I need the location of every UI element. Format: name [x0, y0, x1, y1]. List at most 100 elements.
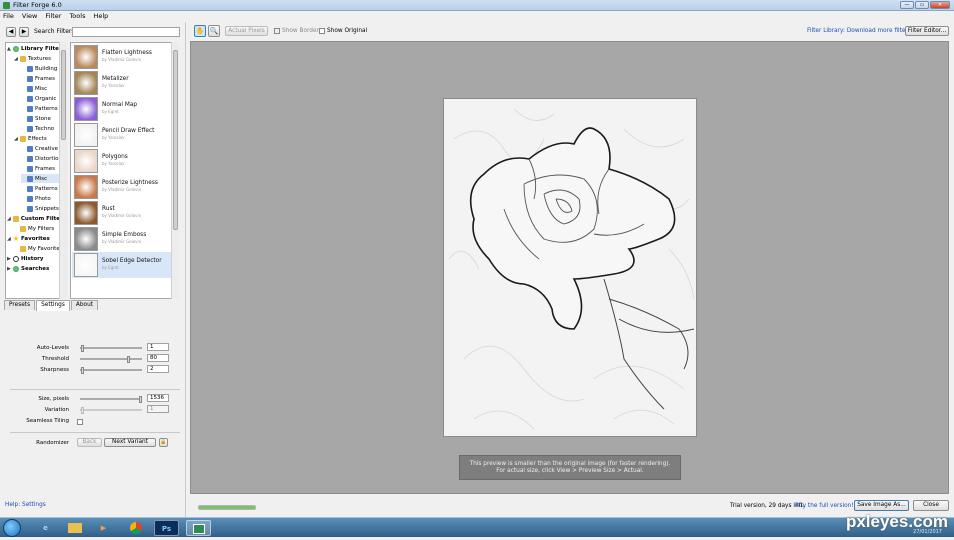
- back-button[interactable]: ◀: [6, 27, 16, 37]
- filter-list-scrollbar[interactable]: [171, 42, 179, 299]
- expander-icon[interactable]: ◢: [7, 236, 12, 242]
- auto-levels-input[interactable]: 1: [147, 343, 169, 351]
- tree-scrollbar[interactable]: [59, 42, 67, 299]
- tree-scroll-thumb[interactable]: [61, 50, 66, 140]
- filter-list-item[interactable]: Rust by Vladimir Golovin: [72, 200, 172, 226]
- expander-icon[interactable]: ▶: [7, 256, 12, 262]
- hand-tool-button[interactable]: ✋: [194, 25, 206, 37]
- tree-item-label: Stone: [35, 115, 51, 122]
- threshold-slider-thumb[interactable]: [127, 356, 131, 363]
- filter-list-item[interactable]: Simple Emboss by Vladimir Golovin: [72, 226, 172, 252]
- variation-input[interactable]: 1: [147, 405, 169, 413]
- size-slider-thumb[interactable]: [139, 396, 142, 403]
- tab-presets[interactable]: Presets: [4, 300, 36, 310]
- folder-icon: [20, 225, 26, 232]
- tree-item-label: Photo: [35, 195, 51, 202]
- internet-explorer-taskbar-button[interactable]: e: [33, 520, 58, 536]
- auto-levels-slider-thumb[interactable]: [81, 345, 84, 352]
- tree-item-label: History: [21, 255, 44, 262]
- menu-tools[interactable]: Tools: [69, 12, 85, 20]
- menu-filter[interactable]: Filter: [45, 12, 61, 20]
- variation-label: Variation: [44, 407, 69, 413]
- settings-divider-2: [10, 432, 180, 433]
- folder-icon: [20, 135, 26, 142]
- sharpness-slider-thumb[interactable]: [81, 367, 84, 374]
- menu-help[interactable]: Help: [93, 12, 108, 20]
- chrome-taskbar-button[interactable]: [123, 520, 148, 536]
- tree-item[interactable]: ◢ Favorites: [7, 234, 66, 243]
- show-original-checkbox[interactable]: [319, 28, 325, 34]
- filter-library-link[interactable]: Filter Library: Download more filters: [807, 28, 911, 34]
- filter-thumbnail: [74, 97, 98, 121]
- tab-about[interactable]: About: [70, 300, 99, 310]
- preview-area[interactable]: This preview is smaller than the origina…: [190, 41, 949, 494]
- buy-full-version-link[interactable]: Buy the full version!: [795, 503, 854, 509]
- auto-levels-slider[interactable]: [80, 345, 142, 352]
- sharpness-input[interactable]: 2: [147, 365, 169, 373]
- actual-pixels-button[interactable]: Actual Pixels: [225, 26, 268, 36]
- filter-list-item[interactable]: Polygons by Yaroslav: [72, 148, 172, 174]
- filter-list-item[interactable]: Pencil Draw Effect by Yaroslav: [72, 122, 172, 148]
- seamless-tiling-checkbox[interactable]: [77, 419, 83, 425]
- expander-icon[interactable]: ◢: [14, 136, 19, 142]
- globe-icon: [13, 265, 19, 272]
- search-input[interactable]: [72, 27, 180, 37]
- save-image-button[interactable]: Save Image As...: [854, 500, 909, 511]
- size-slider[interactable]: [80, 396, 142, 403]
- expander-icon[interactable]: ◢: [7, 216, 12, 222]
- filter-list: Flatten Lightness by Vladimir Golovin Meta…: [70, 42, 179, 299]
- category-icon: [27, 85, 33, 92]
- randomizer-lock-button[interactable]: 🔒: [159, 438, 168, 447]
- show-border-checkbox[interactable]: [274, 28, 280, 34]
- menu-file[interactable]: File: [3, 12, 14, 20]
- zoom-tool-button[interactable]: 🔍: [208, 25, 220, 37]
- sharpness-slider[interactable]: [80, 367, 142, 374]
- expander-icon[interactable]: ◢: [14, 56, 19, 62]
- filter-name: Polygons: [102, 154, 128, 160]
- menu-view[interactable]: View: [22, 12, 37, 20]
- randomizer-back-button[interactable]: Back: [77, 438, 102, 447]
- chrome-icon: [129, 522, 142, 534]
- filter-thumbnail: [74, 45, 98, 69]
- filter-editor-button[interactable]: Filter Editor...: [905, 26, 949, 36]
- variation-slider-thumb[interactable]: [81, 407, 84, 414]
- close-window-button[interactable]: ✕: [930, 1, 950, 9]
- filter-list-scroll-thumb[interactable]: [173, 50, 178, 230]
- filter-list-item[interactable]: Flatten Lightness by Vladimir Golovin: [72, 44, 172, 70]
- preview-image[interactable]: [443, 98, 697, 437]
- tree-item[interactable]: ▶ History: [7, 254, 66, 263]
- tree-item[interactable]: ◢ Custom Filters: [7, 214, 66, 223]
- close-button[interactable]: Close: [913, 500, 949, 511]
- maximize-button[interactable]: ▭: [915, 1, 929, 9]
- tree-item[interactable]: ▲ Library Filters: [7, 44, 66, 53]
- tree-item-label: Patterns: [35, 185, 58, 192]
- filter-list-item[interactable]: Metalizer by Yaroslav: [72, 70, 172, 96]
- threshold-slider[interactable]: [80, 356, 142, 363]
- media-player-taskbar-button[interactable]: ▶: [91, 520, 116, 536]
- filter-list-item[interactable]: Sobel Edge Detector by Egret: [72, 252, 172, 278]
- tree-item[interactable]: ▶ Searches: [7, 264, 66, 273]
- expander-icon[interactable]: ▶: [7, 266, 12, 272]
- size-input[interactable]: 1536: [147, 394, 169, 402]
- clock-icon: [13, 255, 19, 262]
- search-label: Search Filters:: [34, 28, 77, 35]
- variation-slider[interactable]: [80, 407, 142, 414]
- explorer-taskbar-button[interactable]: [62, 520, 87, 536]
- category-icon: [27, 185, 33, 192]
- forward-button[interactable]: ▶: [19, 27, 29, 37]
- expander-icon[interactable]: ▲: [7, 46, 12, 52]
- filter-author: by Vladimir Golovin: [102, 187, 142, 192]
- filter-list-item[interactable]: Normal Map by Egret: [72, 96, 172, 122]
- next-variant-button[interactable]: Next Variant: [104, 438, 156, 447]
- filter-forge-taskbar-button[interactable]: [186, 520, 211, 536]
- start-button[interactable]: [3, 519, 21, 537]
- threshold-input[interactable]: 80: [147, 354, 169, 362]
- notice-line-2: For actual size, click View > Preview Si…: [496, 468, 644, 474]
- category-icon: [27, 65, 33, 72]
- filter-list-item[interactable]: Posterize Lightness by Vladimir Golovin: [72, 174, 172, 200]
- filter-author: by Egret: [102, 265, 119, 270]
- title-bar: Filter Forge 6.0 — ▭ ✕: [0, 0, 954, 11]
- photoshop-taskbar-button[interactable]: Ps: [154, 520, 179, 536]
- help-settings-link[interactable]: Help: Settings: [5, 502, 46, 508]
- minimize-button[interactable]: —: [900, 1, 914, 9]
